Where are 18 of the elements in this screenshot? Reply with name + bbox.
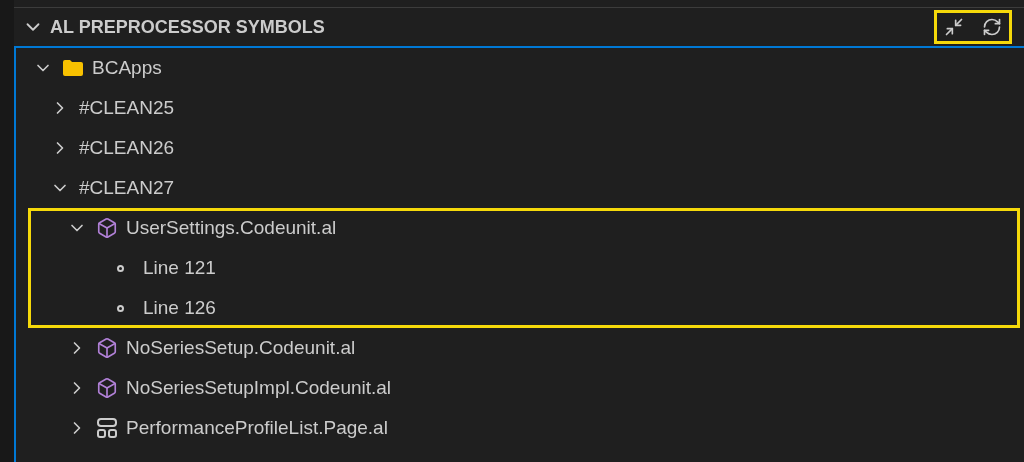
tree-item-label[interactable]: Line 121	[143, 253, 216, 283]
panel-title: AL PREPROCESSOR SYMBOLS	[50, 15, 325, 39]
folder-icon	[62, 59, 84, 77]
cube-icon	[96, 337, 118, 359]
tree-item-label[interactable]: #CLEAN25	[79, 93, 175, 123]
cube-icon	[96, 377, 118, 399]
tree-item-label[interactable]: #CLEAN26	[79, 133, 175, 163]
bullet-icon	[117, 304, 124, 312]
tree-item-label[interactable]: PerformanceProfileList.Page.al	[126, 413, 388, 443]
tree-item-label[interactable]: NoSeriesSetup.Codeunit.al	[126, 333, 356, 363]
tree-item-label[interactable]: #CLEAN27	[79, 173, 175, 203]
layout-icon	[96, 418, 118, 438]
cube-icon	[96, 217, 118, 239]
tree-item-label[interactable]: Line 126	[143, 293, 216, 323]
tree-item-label[interactable]: UserSettings.Codeunit.al	[126, 213, 337, 243]
tree-item-label[interactable]: BCApps	[92, 53, 162, 83]
bullet-icon	[117, 264, 124, 272]
tree-item-label[interactable]: NoSeriesSetupImpl.Codeunit.al	[126, 373, 392, 403]
